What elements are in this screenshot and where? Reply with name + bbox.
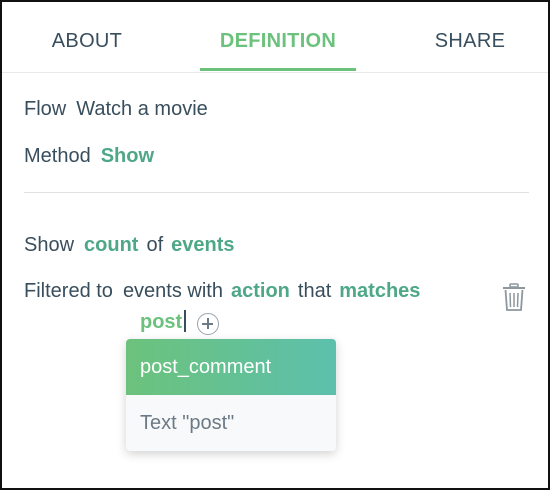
dropdown-option[interactable]: Text "post" [126, 395, 336, 451]
trash-icon[interactable] [499, 282, 529, 312]
tab-bar: ABOUT DEFINITION SHARE [2, 2, 548, 73]
plus-circle-icon[interactable] [197, 313, 219, 335]
tab-share[interactable]: SHARE [422, 2, 518, 72]
definition-panel: ABOUT DEFINITION SHARE Flow Watch a movie… [0, 0, 550, 490]
flow-value: Watch a movie [76, 98, 208, 120]
show-connector: of [146, 234, 164, 256]
tab-about[interactable]: ABOUT [32, 2, 142, 72]
filter-typed-value[interactable]: post [140, 311, 182, 333]
autocomplete-dropdown: post_comment Text "post" [126, 339, 336, 451]
filter-operator[interactable]: matches [339, 280, 420, 302]
filter-connector: that [297, 280, 332, 302]
method-value[interactable]: Show [101, 145, 154, 167]
tab-definition[interactable]: DEFINITION [200, 2, 356, 72]
active-tab-indicator [200, 68, 356, 71]
flow-label: Flow [24, 98, 67, 120]
subject-value[interactable]: events [171, 234, 234, 256]
method-label: Method [24, 145, 91, 167]
filter-label: Filtered to [24, 280, 113, 302]
filter-property[interactable]: action [231, 280, 290, 302]
show-label: Show [24, 234, 75, 256]
filter-row: Filtered to events with action that matches [24, 280, 420, 303]
show-row: Show count of events [24, 234, 235, 257]
text-caret [184, 310, 187, 332]
section-divider [24, 192, 529, 193]
method-row: Method Show [24, 145, 154, 168]
filter-value-input[interactable]: post [140, 310, 219, 338]
flow-row: Flow Watch a movie [24, 98, 208, 121]
measure-value[interactable]: count [84, 234, 138, 256]
filter-subject: events with [122, 280, 223, 302]
dropdown-option[interactable]: post_comment [126, 339, 336, 395]
